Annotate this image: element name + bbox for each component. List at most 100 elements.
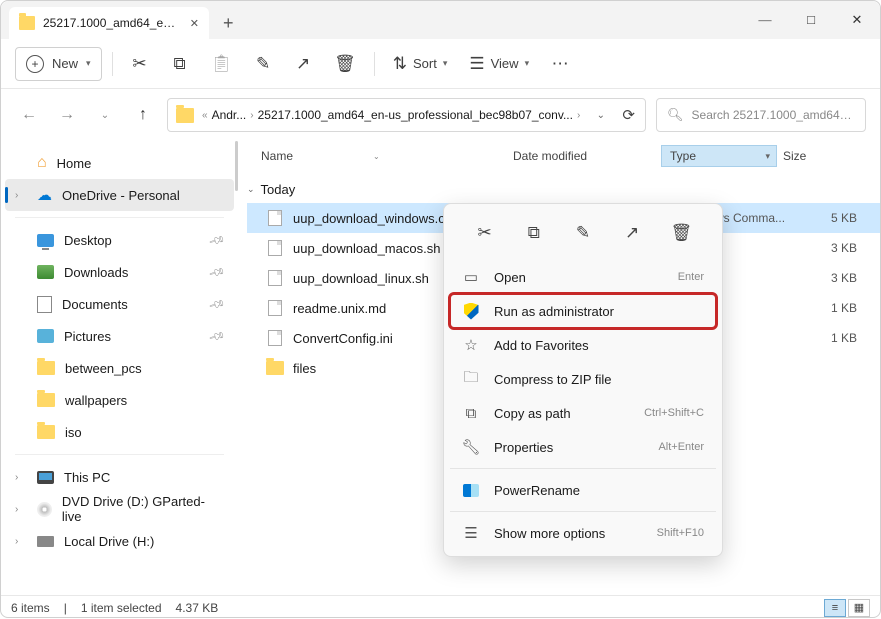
ctx-label: Run as administrator bbox=[494, 304, 704, 319]
folder-icon bbox=[37, 393, 55, 407]
ctx-add-favorites[interactable]: ☆ Add to Favorites bbox=[450, 328, 716, 362]
view-icon: ☰ bbox=[469, 54, 484, 74]
ctx-more-options[interactable]: ☰ Show more options Shift+F10 bbox=[450, 516, 716, 550]
ctx-cut-button[interactable]: ✂ bbox=[468, 216, 502, 250]
thumbnails-view-button[interactable]: ▦ bbox=[848, 599, 870, 617]
close-tab-icon[interactable]: ✕ bbox=[190, 17, 199, 30]
ini-file-icon bbox=[268, 330, 282, 346]
column-type[interactable]: Type▾ bbox=[661, 145, 777, 167]
address-row: ← → ⌄ ↑ « Andr... › 25217.1000_amd64_en-… bbox=[1, 89, 880, 141]
pin-icon: 📌︎ bbox=[208, 327, 227, 345]
more-button[interactable]: ⋯ bbox=[543, 47, 577, 81]
search-input[interactable]: 🔍︎ Search 25217.1000_amd64_e... bbox=[656, 98, 866, 132]
file-size: 5 KB bbox=[807, 211, 857, 225]
ctx-hint: Ctrl+Shift+C bbox=[644, 407, 704, 419]
sort-label: Sort bbox=[413, 56, 437, 71]
sidebar-item-label: between_pcs bbox=[65, 361, 142, 376]
sidebar-item-home[interactable]: ⌂ Home bbox=[1, 147, 238, 179]
trash-icon: 🗑︎ bbox=[671, 223, 693, 243]
trash-icon: 🗑︎ bbox=[334, 54, 356, 74]
breadcrumb-seg[interactable]: 25217.1000_amd64_en-us_professional_bec9… bbox=[258, 108, 573, 122]
star-icon: ☆ bbox=[462, 336, 480, 354]
rename-icon: ✎ bbox=[256, 54, 270, 74]
desktop-icon bbox=[37, 234, 54, 247]
share-button[interactable]: ↗ bbox=[286, 47, 320, 81]
tab-title: 25217.1000_amd64_en-us_pro bbox=[43, 16, 182, 30]
search-icon: 🔍︎ bbox=[667, 107, 684, 123]
refresh-button[interactable]: ⟳ bbox=[622, 106, 635, 124]
sidebar-item-dvd[interactable]: › DVD Drive (D:) GParted-live bbox=[1, 493, 238, 525]
sh-file-icon bbox=[268, 270, 282, 286]
breadcrumb-dropdown[interactable]: ⌄ bbox=[597, 110, 605, 121]
sort-button[interactable]: ⇅ Sort ▾ bbox=[385, 47, 456, 81]
column-name[interactable]: Name⌄ bbox=[261, 149, 513, 163]
copy-button[interactable]: ⧉ bbox=[163, 47, 197, 81]
breadcrumb-seg[interactable]: Andr... bbox=[212, 108, 247, 122]
cmd-file-icon bbox=[268, 210, 282, 226]
view-button[interactable]: ☰ View ▾ bbox=[461, 47, 537, 81]
rename-icon: ✎ bbox=[576, 223, 590, 243]
status-count: 6 items bbox=[11, 601, 50, 615]
sidebar-item-wallpapers[interactable]: wallpapers bbox=[1, 384, 238, 416]
ctx-properties[interactable]: 🔧︎ Properties Alt+Enter bbox=[450, 430, 716, 464]
sidebar-item-label: OneDrive - Personal bbox=[62, 188, 180, 203]
sidebar-item-between-pcs[interactable]: between_pcs bbox=[1, 352, 238, 384]
sidebar-item-desktop[interactable]: Desktop 📌︎ bbox=[1, 224, 238, 256]
recent-button[interactable]: ⌄ bbox=[91, 101, 119, 129]
md-file-icon bbox=[268, 300, 282, 316]
ellipsis-icon: ⋯ bbox=[552, 54, 569, 74]
sort-icon: ⇅ bbox=[393, 54, 407, 74]
close-window-button[interactable]: ✕ bbox=[834, 1, 880, 39]
shield-icon bbox=[462, 303, 480, 320]
sidebar-item-documents[interactable]: Documents 📌︎ bbox=[1, 288, 238, 320]
ctx-rename-button[interactable]: ✎ bbox=[566, 216, 600, 250]
ctx-hint: Enter bbox=[678, 271, 704, 283]
sidebar-item-onedrive[interactable]: › ☁ OneDrive - Personal bbox=[5, 179, 234, 211]
group-header[interactable]: ⌄ Today bbox=[247, 175, 880, 203]
chevron-right-icon: › bbox=[15, 472, 27, 483]
sidebar-item-downloads[interactable]: Downloads 📌︎ bbox=[1, 256, 238, 288]
folder-icon bbox=[266, 361, 284, 375]
sidebar-item-local-drive[interactable]: › Local Drive (H:) bbox=[1, 525, 238, 557]
sidebar-item-pictures[interactable]: Pictures 📌︎ bbox=[1, 320, 238, 352]
ctx-compress-zip[interactable]: 🗀 Compress to ZIP file bbox=[450, 362, 716, 396]
new-button[interactable]: + New ▾ bbox=[15, 47, 102, 81]
minimize-button[interactable]: — bbox=[742, 1, 788, 39]
back-button[interactable]: ← bbox=[15, 101, 43, 129]
ctx-powerrename[interactable]: PowerRename bbox=[450, 473, 716, 507]
pin-icon: 📌︎ bbox=[208, 263, 227, 281]
window-tab[interactable]: 25217.1000_amd64_en-us_pro ✕ bbox=[9, 7, 209, 39]
sidebar-item-this-pc[interactable]: › This PC bbox=[1, 461, 238, 493]
ctx-run-as-admin[interactable]: Run as administrator bbox=[450, 294, 716, 328]
up-button[interactable]: ↑ bbox=[129, 101, 157, 129]
copy-icon: ⧉ bbox=[528, 223, 540, 243]
cut-button[interactable]: ✂ bbox=[123, 47, 157, 81]
sidebar-item-iso[interactable]: iso bbox=[1, 416, 238, 448]
ctx-copy-button[interactable]: ⧉ bbox=[517, 216, 551, 250]
ctx-open[interactable]: ▭ Open Enter bbox=[450, 260, 716, 294]
column-date[interactable]: Date modified bbox=[513, 149, 661, 163]
pin-icon: 📌︎ bbox=[208, 231, 227, 249]
rename-button[interactable]: ✎ bbox=[246, 47, 280, 81]
file-size: 1 KB bbox=[807, 301, 857, 315]
ctx-hint: Shift+F10 bbox=[657, 527, 704, 539]
paste-button[interactable]: 📋︎ bbox=[203, 47, 241, 81]
context-menu: ✂ ⧉ ✎ ↗ 🗑︎ ▭ Open Enter Run as administr… bbox=[443, 203, 723, 557]
home-icon: ⌂ bbox=[37, 154, 47, 172]
column-size[interactable]: Size bbox=[783, 149, 843, 163]
clipboard-icon: 📋︎ bbox=[211, 54, 233, 74]
forward-button[interactable]: → bbox=[53, 101, 81, 129]
folder-icon bbox=[37, 361, 55, 375]
breadcrumb[interactable]: « Andr... › 25217.1000_amd64_en-us_profe… bbox=[167, 98, 646, 132]
chevron-right-icon: › bbox=[577, 110, 580, 121]
ctx-delete-button[interactable]: 🗑︎ bbox=[664, 216, 698, 250]
maximize-button[interactable]: □ bbox=[788, 1, 834, 39]
sidebar-item-label: wallpapers bbox=[65, 393, 127, 408]
status-size: 4.37 KB bbox=[176, 601, 219, 615]
details-view-button[interactable]: ≡ bbox=[824, 599, 846, 617]
ctx-share-button[interactable]: ↗ bbox=[615, 216, 649, 250]
new-tab-button[interactable]: + bbox=[209, 13, 248, 34]
delete-button[interactable]: 🗑︎ bbox=[326, 47, 364, 81]
chevron-right-icon: › bbox=[15, 536, 27, 547]
ctx-copy-path[interactable]: ⧉ Copy as path Ctrl+Shift+C bbox=[450, 396, 716, 430]
